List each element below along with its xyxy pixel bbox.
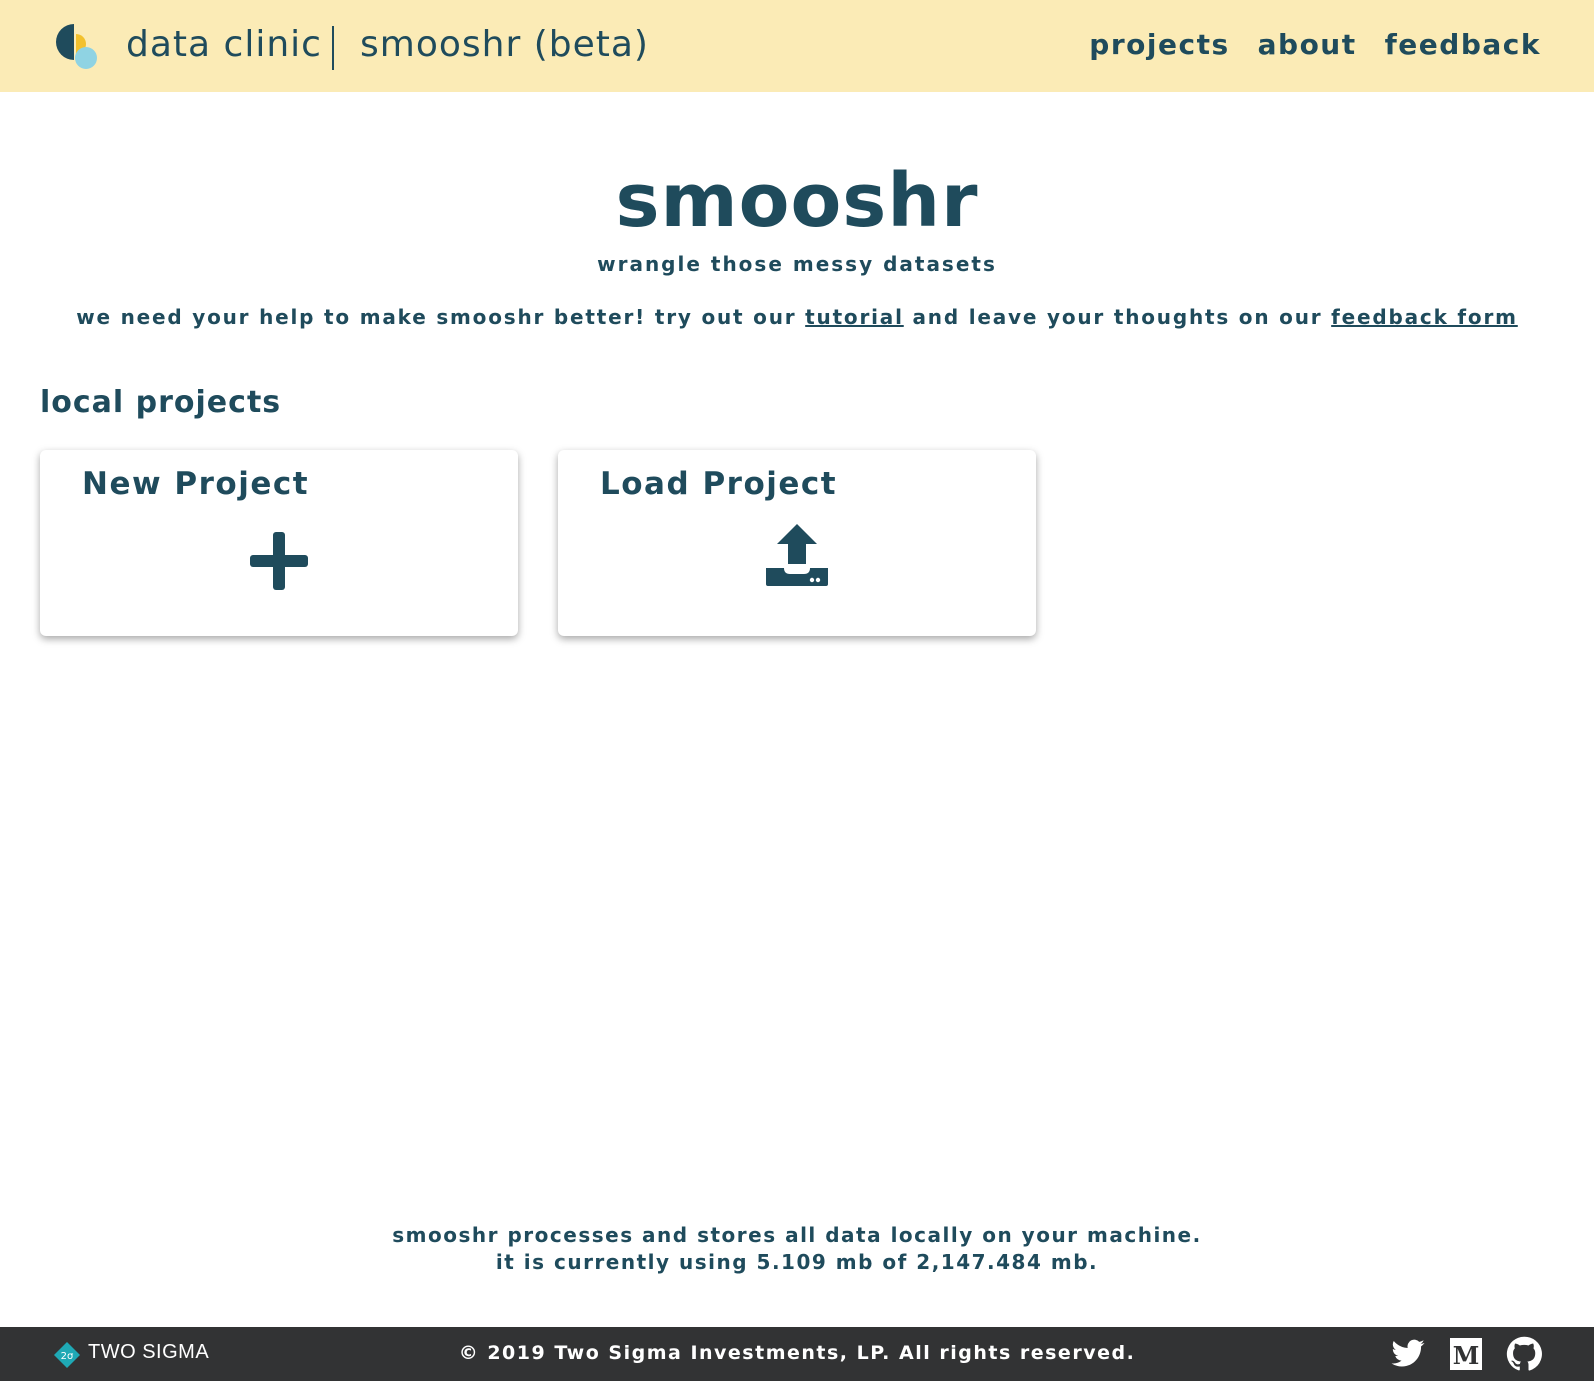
social-links: M [1390,1336,1542,1372]
top-header: data clinic smooshr (beta) projects abou… [0,0,1594,92]
notice-text-before: we need your help to make smooshr better… [76,305,806,329]
github-icon[interactable] [1506,1336,1542,1372]
two-sigma-name[interactable]: TWO SIGMA [88,1341,209,1364]
main-nav: projects about feedback [1089,28,1541,61]
page-title: smooshr [615,158,979,244]
new-project-card[interactable]: New Project [40,450,518,636]
brand-name[interactable]: data clinic [126,24,322,65]
header-divider [332,26,334,70]
load-project-label: Load Project [600,466,838,502]
upload-icon [766,524,828,586]
page-subtitle: wrangle those messy datasets [597,252,997,276]
medium-icon[interactable]: M [1448,1336,1484,1372]
svg-text:2σ: 2σ [61,1351,74,1362]
plus-icon [250,532,308,590]
new-project-label: New Project [82,466,310,502]
app-name[interactable]: smooshr (beta) [360,24,649,65]
data-clinic-logo-icon[interactable] [52,20,102,72]
nav-projects[interactable]: projects [1089,28,1229,61]
twitter-icon[interactable] [1390,1336,1426,1372]
nav-about[interactable]: about [1258,28,1357,61]
feedback-form-link[interactable]: feedback form [1331,305,1518,329]
notice-text-middle: and leave your thoughts on our [903,305,1332,329]
storage-line-1: smooshr processes and stores all data lo… [392,1223,1202,1247]
footer: 2σ TWO SIGMA © 2019 Two Sigma Investment… [0,1327,1594,1381]
local-projects-title: local projects [40,385,282,420]
tutorial-link[interactable]: tutorial [805,305,904,329]
two-sigma-logo-icon[interactable]: 2σ [54,1342,80,1368]
load-project-card[interactable]: Load Project [558,450,1036,636]
copyright: © 2019 Two Sigma Investments, LP. All ri… [458,1342,1136,1364]
storage-info: smooshr processes and stores all data lo… [0,1222,1594,1276]
svg-text:M: M [1453,1341,1480,1370]
feedback-notice: we need your help to make smooshr better… [0,305,1594,329]
storage-line-2: it is currently using 5.109 mb of 2,147.… [495,1250,1099,1274]
nav-feedback[interactable]: feedback [1385,28,1541,61]
